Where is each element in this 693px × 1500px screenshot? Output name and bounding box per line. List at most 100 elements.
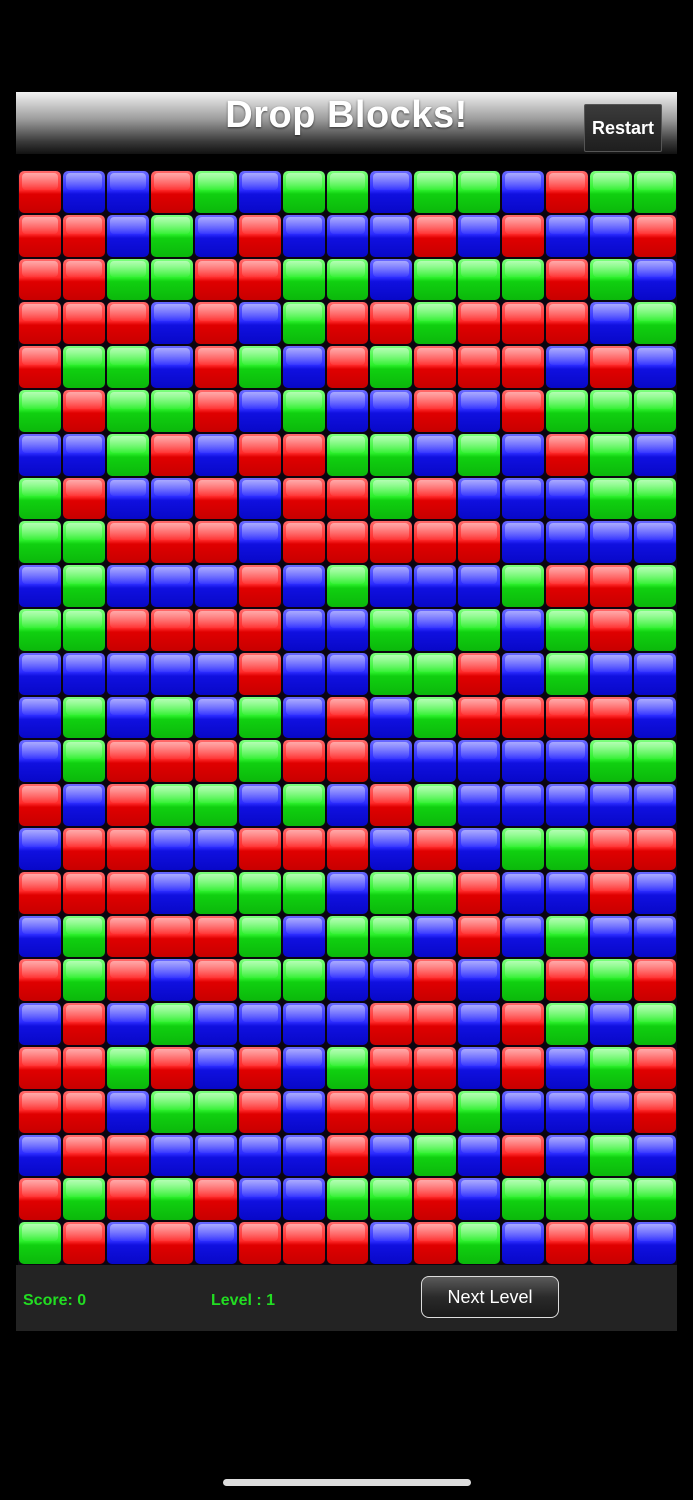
block-blue[interactable] <box>590 214 633 257</box>
block-blue[interactable] <box>194 565 237 607</box>
block-red[interactable] <box>194 609 237 651</box>
block-green[interactable] <box>458 1222 501 1264</box>
block-blue[interactable] <box>546 1090 589 1133</box>
block-red[interactable] <box>590 871 633 914</box>
block-red[interactable] <box>238 214 281 257</box>
block-blue[interactable] <box>502 171 545 213</box>
block-red[interactable] <box>106 1134 149 1177</box>
block-green[interactable] <box>414 171 457 213</box>
block-red[interactable] <box>546 258 589 301</box>
block-blue[interactable] <box>238 1134 281 1177</box>
block-blue[interactable] <box>370 740 413 783</box>
block-red[interactable] <box>502 1047 545 1089</box>
block-red[interactable] <box>326 740 369 783</box>
block-red[interactable] <box>546 565 589 607</box>
block-red[interactable] <box>194 959 237 1002</box>
block-blue[interactable] <box>282 346 325 388</box>
block-red[interactable] <box>370 1003 413 1045</box>
block-blue[interactable] <box>458 477 501 520</box>
block-red[interactable] <box>106 302 149 345</box>
block-blue[interactable] <box>590 1090 633 1133</box>
block-green[interactable] <box>19 477 61 520</box>
block-red[interactable] <box>62 258 105 301</box>
block-red[interactable] <box>62 871 105 914</box>
block-blue[interactable] <box>370 959 413 1002</box>
block-green[interactable] <box>414 871 457 914</box>
block-red[interactable] <box>326 477 369 520</box>
block-green[interactable] <box>106 258 149 301</box>
block-red[interactable] <box>194 346 237 388</box>
block-green[interactable] <box>634 1178 676 1221</box>
block-green[interactable] <box>62 740 105 783</box>
block-blue[interactable] <box>106 565 149 607</box>
block-red[interactable] <box>62 1134 105 1177</box>
block-blue[interactable] <box>282 1090 325 1133</box>
block-blue[interactable] <box>19 696 61 739</box>
block-blue[interactable] <box>502 609 545 651</box>
block-red[interactable] <box>502 346 545 388</box>
block-green[interactable] <box>150 1090 193 1133</box>
block-red[interactable] <box>106 609 149 651</box>
block-red[interactable] <box>414 828 457 870</box>
block-green[interactable] <box>150 258 193 301</box>
block-blue[interactable] <box>590 302 633 345</box>
block-green[interactable] <box>590 171 633 213</box>
block-red[interactable] <box>458 652 501 695</box>
block-green[interactable] <box>502 959 545 1002</box>
block-green[interactable] <box>370 477 413 520</box>
block-green[interactable] <box>590 477 633 520</box>
block-red[interactable] <box>546 302 589 345</box>
block-blue[interactable] <box>150 652 193 695</box>
block-red[interactable] <box>194 477 237 520</box>
block-red[interactable] <box>62 1047 105 1089</box>
block-blue[interactable] <box>106 696 149 739</box>
block-red[interactable] <box>150 171 193 213</box>
block-red[interactable] <box>194 390 237 432</box>
block-red[interactable] <box>414 214 457 257</box>
block-blue[interactable] <box>19 1003 61 1045</box>
block-blue[interactable] <box>19 915 61 958</box>
block-blue[interactable] <box>546 784 589 826</box>
block-blue[interactable] <box>546 477 589 520</box>
block-blue[interactable] <box>194 652 237 695</box>
block-red[interactable] <box>590 696 633 739</box>
block-red[interactable] <box>194 740 237 783</box>
block-red[interactable] <box>150 1047 193 1089</box>
block-green[interactable] <box>458 171 501 213</box>
block-green[interactable] <box>414 784 457 826</box>
block-green[interactable] <box>414 302 457 345</box>
block-green[interactable] <box>62 609 105 651</box>
block-green[interactable] <box>282 171 325 213</box>
block-green[interactable] <box>634 1003 676 1045</box>
block-red[interactable] <box>19 871 61 914</box>
block-blue[interactable] <box>458 959 501 1002</box>
block-red[interactable] <box>590 346 633 388</box>
block-red[interactable] <box>414 1222 457 1264</box>
block-red[interactable] <box>62 1222 105 1264</box>
block-green[interactable] <box>150 696 193 739</box>
block-blue[interactable] <box>414 915 457 958</box>
block-green[interactable] <box>458 258 501 301</box>
block-green[interactable] <box>370 871 413 914</box>
block-red[interactable] <box>238 1222 281 1264</box>
block-green[interactable] <box>282 390 325 432</box>
block-blue[interactable] <box>62 433 105 476</box>
block-green[interactable] <box>370 346 413 388</box>
block-blue[interactable] <box>106 652 149 695</box>
block-blue[interactable] <box>458 1003 501 1045</box>
block-blue[interactable] <box>502 915 545 958</box>
block-red[interactable] <box>634 1047 676 1089</box>
block-green[interactable] <box>238 871 281 914</box>
block-blue[interactable] <box>458 390 501 432</box>
block-blue[interactable] <box>370 1134 413 1177</box>
block-blue[interactable] <box>150 871 193 914</box>
block-green[interactable] <box>370 609 413 651</box>
block-blue[interactable] <box>634 258 676 301</box>
block-red[interactable] <box>62 1003 105 1045</box>
block-red[interactable] <box>238 1090 281 1133</box>
block-red[interactable] <box>546 1222 589 1264</box>
block-green[interactable] <box>326 1047 369 1089</box>
block-green[interactable] <box>106 346 149 388</box>
block-red[interactable] <box>19 1090 61 1133</box>
block-blue[interactable] <box>238 521 281 564</box>
